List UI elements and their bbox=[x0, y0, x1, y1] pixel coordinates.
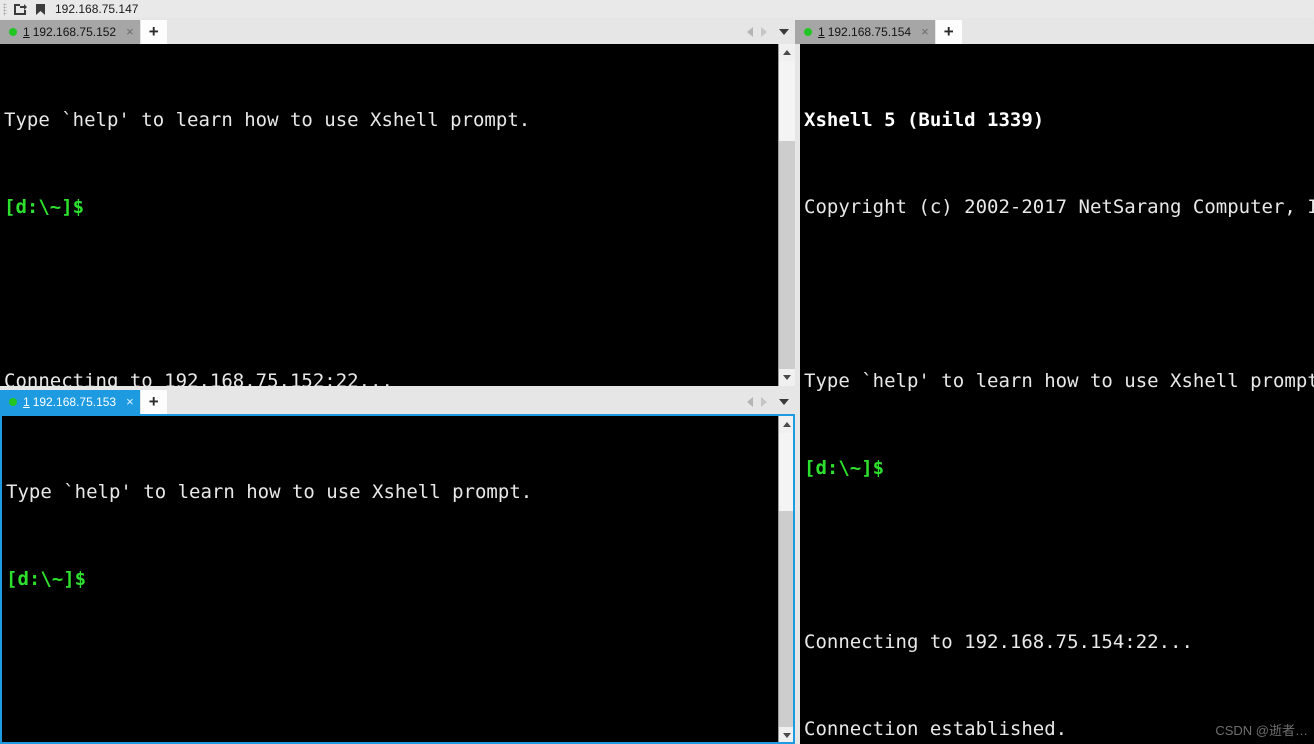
scroll-track[interactable] bbox=[779, 61, 795, 141]
tab-192-168-75-152[interactable]: 1 192.168.75.152 × bbox=[0, 20, 140, 44]
new-tab-button[interactable]: + bbox=[140, 390, 167, 414]
pane-152: 1 192.168.75.152 × + Type `help' to lear… bbox=[0, 18, 795, 386]
terminal-152-content: Type `help' to learn how to use Xshell p… bbox=[0, 44, 778, 386]
tab-scroll-left-icon[interactable] bbox=[747, 397, 753, 407]
new-tab-button[interactable]: + bbox=[935, 20, 962, 44]
scroll-down-button[interactable] bbox=[779, 727, 795, 744]
scrollbar-153[interactable] bbox=[778, 416, 795, 744]
scroll-track[interactable] bbox=[779, 433, 795, 511]
terminal-line: [d:\~]$ bbox=[804, 457, 885, 479]
close-icon[interactable]: × bbox=[126, 25, 134, 38]
tab-nav-controls bbox=[747, 20, 795, 44]
terminal-154[interactable]: Xshell 5 (Build 1339) Copyright (c) 2002… bbox=[800, 44, 1314, 744]
tab-nav-controls bbox=[747, 390, 795, 414]
chevron-up-icon bbox=[783, 422, 791, 427]
chevron-up-icon bbox=[783, 50, 791, 55]
toolbar: 192.168.75.147 bbox=[0, 0, 1314, 18]
tab-scroll-right-icon[interactable] bbox=[761, 397, 767, 407]
scroll-down-button[interactable] bbox=[779, 369, 795, 386]
pane-154: 1 192.168.75.154 × + Xshell 5 (Build 133… bbox=[795, 18, 1314, 744]
close-icon[interactable]: × bbox=[126, 395, 134, 408]
tab-scroll-left-icon[interactable] bbox=[747, 27, 753, 37]
chevron-down-icon bbox=[783, 375, 791, 380]
terminal-153-content: Type `help' to learn how to use Xshell p… bbox=[2, 416, 778, 744]
terminal-154-content: Xshell 5 (Build 1339) Copyright (c) 2002… bbox=[800, 44, 1314, 744]
watermark: CSDN @逝者… bbox=[1215, 723, 1308, 738]
transfer-file-icon[interactable] bbox=[11, 1, 29, 17]
chevron-down-icon bbox=[783, 733, 791, 738]
terminal-line: Connecting to 192.168.75.152:22... bbox=[4, 370, 393, 386]
status-dot-icon bbox=[9, 398, 17, 406]
tab-list-chevron-down-icon[interactable] bbox=[779, 399, 789, 405]
status-dot-icon bbox=[9, 28, 17, 36]
tab-session-number: 1 bbox=[23, 25, 30, 39]
terminal-line: [d:\~]$ bbox=[6, 568, 87, 590]
tabbar-153: 1 192.168.75.153 × + bbox=[0, 388, 795, 414]
terminal-line: Copyright (c) 2002-2017 NetSarang Comput… bbox=[804, 196, 1314, 218]
terminal-line: Connecting to 192.168.75.153:22... bbox=[6, 739, 778, 744]
tab-list-chevron-down-icon[interactable] bbox=[779, 29, 789, 35]
toolbar-grip[interactable] bbox=[3, 2, 7, 16]
terminal-line: Connecting to 192.168.75.154:22... bbox=[804, 631, 1193, 653]
scroll-up-button[interactable] bbox=[779, 44, 795, 61]
tab-label: 192.168.75.153 bbox=[32, 395, 117, 409]
tab-session-number: 1 bbox=[23, 395, 30, 409]
tabbar-154: 1 192.168.75.154 × + bbox=[795, 18, 1314, 44]
toolbar-host-title: 192.168.75.147 bbox=[55, 2, 139, 16]
scroll-up-button[interactable] bbox=[779, 416, 795, 433]
scroll-thumb[interactable] bbox=[779, 511, 795, 727]
scroll-thumb[interactable] bbox=[779, 141, 795, 369]
pane-153: 1 192.168.75.153 × + Type `help' to lear… bbox=[0, 388, 795, 744]
terminal-153[interactable]: Type `help' to learn how to use Xshell p… bbox=[2, 416, 778, 744]
tab-label: 192.168.75.152 bbox=[32, 25, 117, 39]
terminal-line: Type `help' to learn how to use Xshell p… bbox=[6, 481, 533, 503]
terminal-line: [d:\~]$ bbox=[4, 196, 85, 218]
tabbar-152: 1 192.168.75.152 × + bbox=[0, 18, 795, 44]
tab-label: 192.168.75.154 bbox=[827, 25, 912, 39]
tab-scroll-right-icon[interactable] bbox=[761, 27, 767, 37]
scrollbar-152[interactable] bbox=[778, 44, 795, 386]
terminal-line: Xshell 5 (Build 1339) bbox=[804, 109, 1045, 131]
terminal-152[interactable]: Type `help' to learn how to use Xshell p… bbox=[0, 44, 778, 386]
new-tab-button[interactable]: + bbox=[140, 20, 167, 44]
terminal-line: Type `help' to learn how to use Xshell p… bbox=[4, 109, 531, 131]
bookmark-icon[interactable] bbox=[31, 1, 49, 17]
status-dot-icon bbox=[804, 28, 812, 36]
terminal-line: Type `help' to learn how to use Xshell p… bbox=[804, 370, 1314, 392]
tab-192-168-75-154[interactable]: 1 192.168.75.154 × bbox=[795, 20, 935, 44]
close-icon[interactable]: × bbox=[921, 25, 929, 38]
tab-session-number: 1 bbox=[818, 25, 825, 39]
xshell-window: 192.168.75.147 1 192.168.75.152 × + Type… bbox=[0, 0, 1314, 744]
tab-192-168-75-153[interactable]: 1 192.168.75.153 × bbox=[0, 390, 140, 414]
